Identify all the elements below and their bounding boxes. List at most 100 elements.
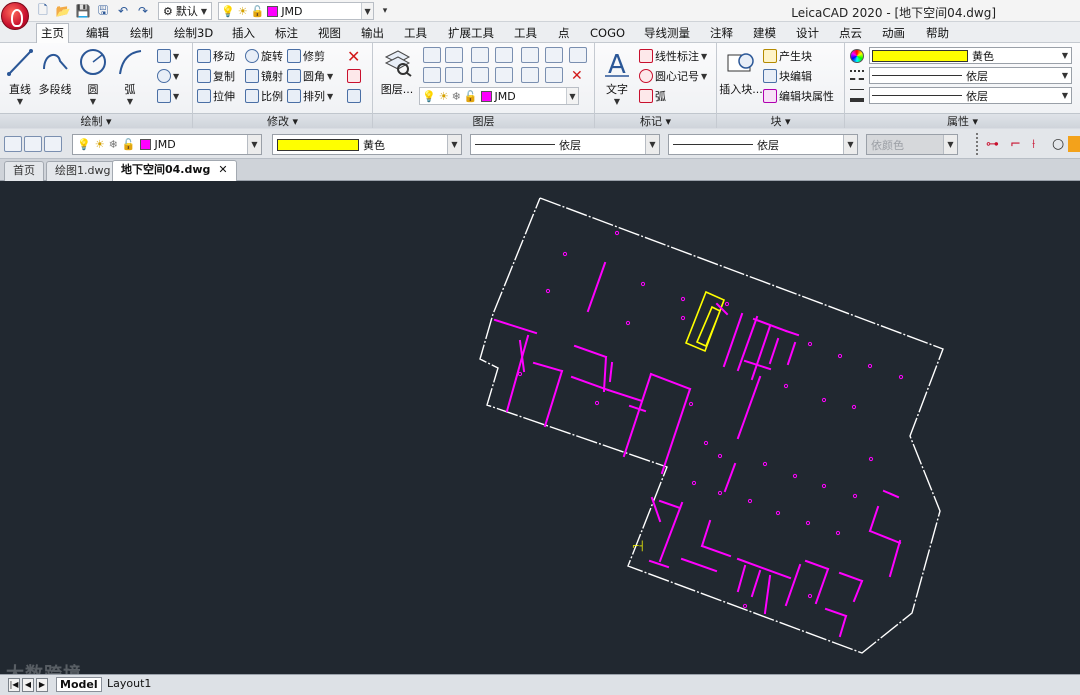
layer-manager-button[interactable]: 图层... (377, 47, 417, 97)
tab-traverse[interactable]: 导线测量 (640, 24, 694, 42)
redo-icon[interactable]: ↷ (134, 2, 152, 20)
circle-tool-icon[interactable]: ○ (1052, 136, 1064, 152)
tab-tools[interactable]: 工具 (400, 24, 431, 42)
dimension-tool-icon[interactable]: ⊶ (986, 137, 999, 152)
arc-button[interactable]: 弧 ▼ (110, 47, 150, 106)
doc-tab-drawing1[interactable]: 绘图1.dwg (46, 161, 120, 181)
create-block-button[interactable]: 产生块 (763, 47, 812, 65)
customize-qat-icon[interactable]: ▾ (376, 2, 394, 20)
tab-home[interactable]: 主页 (36, 23, 69, 44)
layer-tool-7-button[interactable] (569, 47, 587, 63)
tab-points[interactable]: 点 (554, 24, 574, 42)
edit-block-attributes-button[interactable]: 编辑块属性 (763, 87, 834, 105)
center-mark-button[interactable]: 圆心记号 ▼ (639, 67, 707, 85)
match-properties-button[interactable] (347, 87, 361, 105)
block-editor-button[interactable]: 块编辑 (763, 67, 812, 85)
copy-button[interactable]: 复制 (197, 67, 235, 85)
mirror-button[interactable]: 镜射 (245, 67, 283, 85)
rotate-button[interactable]: 旋转 (245, 47, 283, 65)
tab-dimension[interactable]: 标注 (271, 24, 302, 42)
doc-tab-home[interactable]: 首页 (4, 161, 44, 181)
drawing-canvas[interactable]: ⌐┤ (0, 181, 1080, 674)
workspace-combo[interactable]: ⚙ 默认 ▼ (158, 2, 213, 20)
text-button[interactable]: A 文字 ▼ (597, 47, 637, 106)
linear-dimension-button[interactable]: 线性标注 ▼ (639, 47, 707, 65)
layer-tool-1-button[interactable] (423, 47, 441, 63)
layer-tool-3-button[interactable] (471, 47, 489, 63)
insert-block-button[interactable]: 插入块... (719, 47, 763, 97)
open-folder-icon[interactable]: 📂 (54, 2, 72, 20)
layer-tool-8-button[interactable] (423, 67, 441, 83)
tab-design[interactable]: 设计 (792, 24, 823, 42)
explode-button[interactable] (347, 67, 361, 85)
circle-button[interactable]: 圆 ▼ (73, 47, 113, 106)
layer-tool-5-button[interactable] (521, 47, 539, 63)
tab-extended-tools[interactable]: 扩展工具 (444, 24, 498, 42)
layer-states-button[interactable] (4, 136, 22, 152)
hatch-button[interactable]: ▼ (157, 87, 179, 105)
layout-tab-model[interactable]: Model (56, 677, 102, 692)
doc-tab-underground04[interactable]: 地下空间04.dwg ✕ (112, 160, 237, 181)
save-as-icon[interactable]: 🖫 (94, 2, 112, 20)
fillet-button[interactable]: 圆角 ▼ (287, 67, 333, 85)
tab-point-cloud[interactable]: 点云 (835, 24, 866, 42)
quick-layer-combo[interactable]: 💡 ☀ 🔓 JMD ▼ (218, 2, 375, 20)
tab-tools-2[interactable]: 工具 (510, 24, 541, 42)
toolbar-lineweight-combo[interactable]: 依层 ▼ (668, 134, 858, 155)
app-menu-logo-icon[interactable] (1, 2, 29, 30)
trim-button[interactable]: 修剪 (287, 47, 325, 65)
close-icon[interactable]: ✕ (218, 163, 227, 176)
layer-tool-6-button[interactable] (545, 47, 563, 63)
stretch-button[interactable]: 拉伸 (197, 87, 235, 105)
layer-delete-button[interactable]: ✕ (571, 67, 583, 85)
tab-output[interactable]: 输出 (357, 24, 388, 42)
array-button[interactable]: 排列 ▼ (287, 87, 333, 105)
toolbar-color-combo[interactable]: 黄色 ▼ (272, 134, 462, 155)
tab-modeling[interactable]: 建模 (749, 24, 780, 42)
properties-panel-title[interactable]: 属性 ▾ (845, 113, 1080, 128)
ribbon-linetype-combo[interactable]: 依层 ▼ (869, 67, 1072, 84)
layout-tab-layout1[interactable]: Layout1 (104, 677, 154, 690)
tab-cogo[interactable]: COGO (586, 24, 629, 42)
ribbon-color-combo[interactable]: 黄色 ▼ (869, 47, 1072, 64)
tab-animation[interactable]: 动画 (878, 24, 909, 42)
modify-panel-title[interactable]: 修改 ▾ (193, 113, 372, 128)
layer-tool-13-button[interactable] (545, 67, 563, 83)
tab-edit[interactable]: 编辑 (82, 24, 113, 42)
layer-tool-4-button[interactable] (495, 47, 513, 63)
line-button[interactable]: 直线 ▼ (0, 47, 40, 106)
first-layout-icon[interactable]: |◀ (8, 678, 20, 692)
toolbar-layer-combo[interactable]: 💡 ☀ ❄ 🔓 JMD ▼ (72, 134, 262, 155)
move-button[interactable]: 移动 (197, 47, 235, 65)
scale-button[interactable]: 比例 (245, 87, 283, 105)
undo-icon[interactable]: ↶ (114, 2, 132, 20)
tab-insert[interactable]: 插入 (228, 24, 259, 42)
revcloud-button[interactable]: ▼ (157, 67, 179, 85)
make-current-button[interactable] (44, 136, 62, 152)
next-layout-icon[interactable]: ▶ (36, 678, 48, 692)
tab-draw[interactable]: 绘制 (126, 24, 157, 42)
layer-tool-11-button[interactable] (495, 67, 513, 83)
arc-dimension-button[interactable]: 弧 (639, 87, 666, 105)
toolbar-linetype-combo[interactable]: 依层 ▼ (470, 134, 660, 155)
layer-previous-button[interactable] (24, 136, 42, 152)
tab-annotation[interactable]: 注释 (706, 24, 737, 42)
rectangle-button[interactable]: ▼ (157, 47, 179, 65)
tab-draw3d[interactable]: 绘制3D (170, 24, 217, 42)
tab-help[interactable]: 帮助 (922, 24, 953, 42)
tab-view[interactable]: 视图 (314, 24, 345, 42)
draw-panel-title[interactable]: 绘制 ▾ (0, 113, 192, 128)
layer-tool-2-button[interactable] (445, 47, 463, 63)
ribbon-layer-combo[interactable]: 💡 ☀ ❄ 🔓 JMD ▼ (419, 87, 579, 105)
annotate-panel-title[interactable]: 标记 ▾ (595, 113, 716, 128)
prev-layout-icon[interactable]: ◀ (22, 678, 34, 692)
layer-tool-9-button[interactable] (445, 67, 463, 83)
block-panel-title[interactable]: 块 ▾ (717, 113, 844, 128)
save-icon[interactable]: 💾 (74, 2, 92, 20)
ordinate-tool-icon[interactable]: ⌐ (1010, 137, 1021, 152)
aligned-tool-icon[interactable]: ⟊ (1032, 137, 1035, 152)
layer-tool-10-button[interactable] (471, 67, 489, 83)
erase-button[interactable]: ✕ (347, 47, 360, 66)
layers-panel-title[interactable]: 图层 (373, 113, 594, 128)
polyline-button[interactable]: 多段线 (35, 47, 75, 97)
